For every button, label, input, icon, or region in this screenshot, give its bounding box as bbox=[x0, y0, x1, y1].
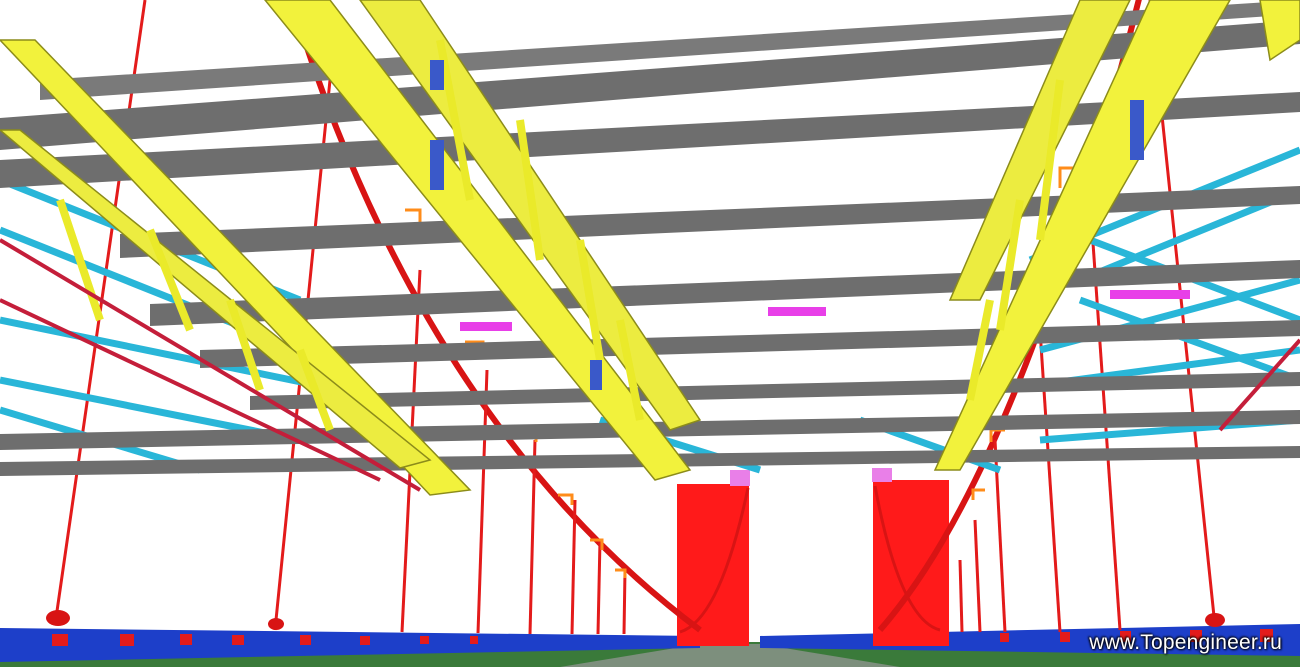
bridge-structure-render bbox=[0, 0, 1300, 667]
site-watermark: www.Topengineer.ru bbox=[1089, 631, 1282, 654]
